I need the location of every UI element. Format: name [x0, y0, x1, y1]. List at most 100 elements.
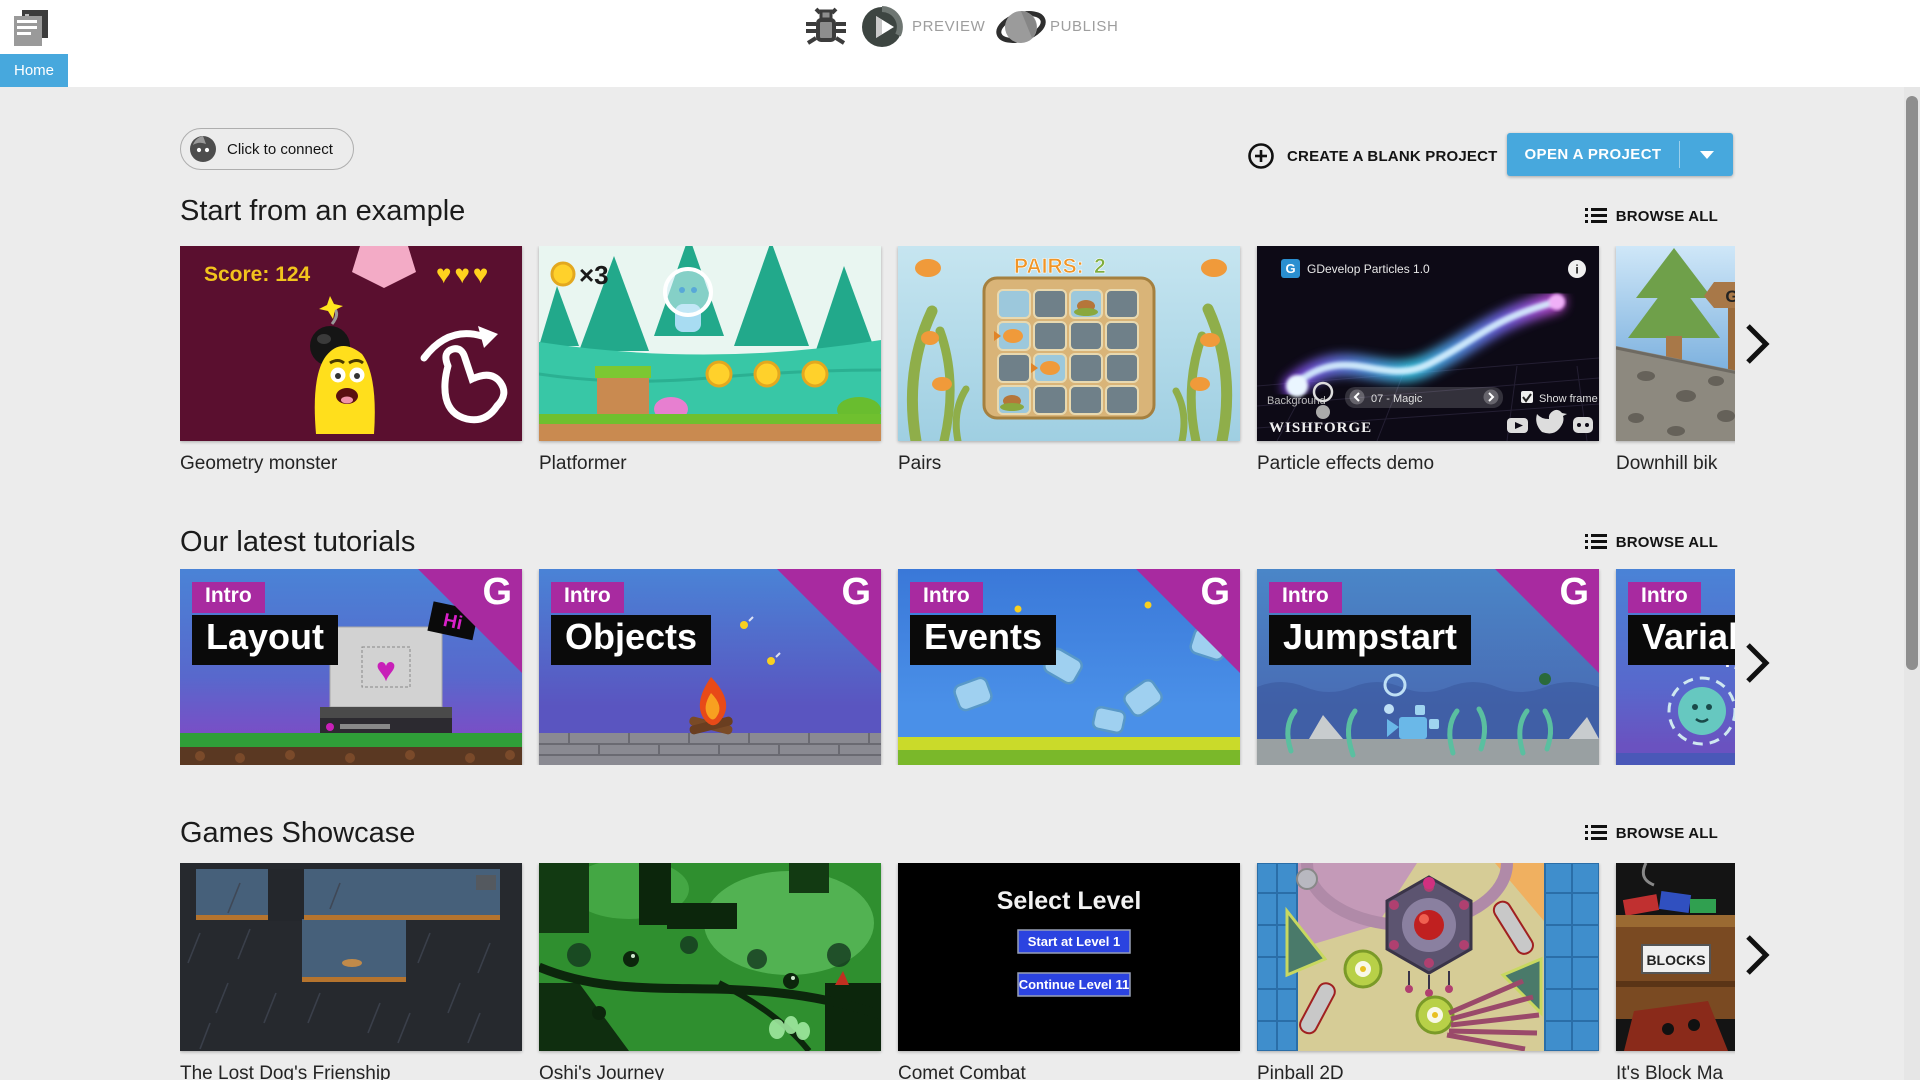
- browse-all-label: BROWSE ALL: [1615, 207, 1718, 225]
- blocks-scene: BLOCKS: [1616, 863, 1735, 1051]
- show-frame-label: Show frame: [1539, 393, 1598, 405]
- intro-badge: Intro: [192, 582, 265, 613]
- start-level-label: Start at Level 1: [1028, 934, 1121, 949]
- project-manager-icon[interactable]: [12, 8, 50, 48]
- intro-badge: Intro: [551, 582, 624, 613]
- tutorial-card-layout[interactable]: ♥ Hi G Intro Layout: [180, 569, 522, 765]
- showcase-card-comet[interactable]: Select Level Start at Level 1 Continue L…: [898, 863, 1240, 1080]
- create-blank-label: CREATE A BLANK PROJECT: [1287, 147, 1498, 165]
- plus-circle-icon: [1248, 143, 1274, 169]
- showcase-card-pinball[interactable]: Pinball 2D: [1257, 863, 1599, 1080]
- pairs-count: 2: [1094, 255, 1106, 278]
- examples-next-arrow[interactable]: [1742, 322, 1772, 366]
- effect-selector[interactable]: 07 - Magic: [1371, 393, 1423, 405]
- showcase-card-lost-dog[interactable]: The Lost Dog's Frienship: [180, 863, 522, 1080]
- open-project-button[interactable]: OPEN A PROJECT: [1507, 133, 1733, 176]
- info-icon[interactable]: i: [1575, 263, 1578, 277]
- create-blank-project-button[interactable]: CREATE A BLANK PROJECT: [1247, 142, 1498, 170]
- list-icon: [1584, 825, 1607, 840]
- open-project-label: OPEN A PROJECT: [1524, 146, 1662, 163]
- tutorial-card-events[interactable]: G Intro Events: [898, 569, 1240, 765]
- intro-badge: Intro: [1269, 582, 1342, 613]
- tab-home[interactable]: Home: [0, 54, 68, 87]
- tutorial-card-jumpstart[interactable]: G Intro Jumpstart: [1257, 569, 1599, 765]
- connect-button[interactable]: Click to connect: [180, 128, 354, 170]
- score-text: Score: 124: [204, 263, 311, 286]
- card-label: Comet Combat: [898, 1063, 1026, 1080]
- pairs-scene: PAIRS: 2: [898, 246, 1240, 441]
- tutorial-card-variables[interactable]: +1 G Intro Variab: [1616, 569, 1735, 765]
- showcase-next-arrow[interactable]: [1742, 933, 1772, 977]
- examples-row: Score: 124 ♥♥♥ Geometry monster ×3 Platf…: [180, 246, 1735, 475]
- browse-all-showcase[interactable]: BROWSE ALL: [1584, 824, 1718, 842]
- lost-dog-scene: [180, 863, 522, 1051]
- card-label: Platformer: [539, 453, 627, 474]
- example-card-geometry-monster[interactable]: Score: 124 ♥♥♥ Geometry monster: [180, 246, 522, 475]
- preview-play-icon[interactable]: [860, 5, 904, 49]
- showcase-card-oshi[interactable]: Oshi's Journey: [539, 863, 881, 1080]
- intro-badge: Intro: [1628, 582, 1701, 613]
- chevron-down-icon: [1699, 150, 1714, 159]
- connect-label: Click to connect: [227, 140, 333, 158]
- example-card-platformer[interactable]: ×3 Platformer: [539, 246, 881, 475]
- scrollbar-thumb[interactable]: [1906, 96, 1918, 670]
- section-title-examples: Start from an example: [180, 195, 466, 227]
- top-toolbar: PREVIEW PUBLISH: [0, 0, 1920, 87]
- intro-badge: Intro: [910, 582, 983, 613]
- publish-planet-icon[interactable]: [996, 4, 1046, 50]
- showcase-row: The Lost Dog's Frienship Oshi's Journey …: [180, 863, 1735, 1080]
- browse-all-examples[interactable]: BROWSE ALL: [1584, 207, 1718, 225]
- showcase-card-blocks[interactable]: BLOCKS It's Block Ma: [1616, 863, 1735, 1080]
- tutorials-row: ♥ Hi G Intro Layout G Intro Objects G In…: [180, 569, 1735, 765]
- publish-label[interactable]: PUBLISH: [1050, 18, 1118, 35]
- comet-scene: Select Level Start at Level 1 Continue L…: [898, 863, 1240, 1051]
- topic-badge: Events: [910, 615, 1057, 665]
- browse-all-label: BROWSE ALL: [1615, 824, 1718, 842]
- select-level-title: Select Level: [997, 887, 1142, 915]
- debug-icon[interactable]: [804, 7, 848, 49]
- pairs-header: PAIRS:: [1014, 255, 1084, 278]
- particles-scene: G GDevelop Particles 1.0 i Background 07…: [1257, 246, 1599, 441]
- topic-badge: Jumpstart: [1269, 615, 1472, 665]
- tutorial-card-objects[interactable]: G Intro Objects: [539, 569, 881, 765]
- card-label: It's Block Ma: [1616, 1063, 1724, 1080]
- pinball-scene: [1257, 863, 1599, 1051]
- platformer-scene: ×3: [539, 246, 881, 441]
- wishforge-brand: WISHFORGE: [1269, 420, 1372, 436]
- continue-level-label: Continue Level 11: [1019, 977, 1130, 992]
- list-icon: [1584, 534, 1607, 549]
- example-card-pairs[interactable]: PAIRS: 2 Pairs: [898, 246, 1240, 475]
- tutorials-next-arrow[interactable]: [1742, 641, 1772, 685]
- section-title-showcase: Games Showcase: [180, 817, 416, 849]
- open-project-dropdown[interactable]: [1680, 150, 1733, 159]
- gdevelop-logo: G: [1200, 571, 1230, 613]
- example-card-particles[interactable]: G GDevelop Particles 1.0 i Background 07…: [1257, 246, 1599, 475]
- hearts-icons: ♥♥♥: [436, 259, 491, 289]
- card-label: Geometry monster: [180, 453, 338, 474]
- gdevelop-logo: G: [841, 571, 871, 613]
- topic-badge: Layout: [192, 615, 339, 665]
- geometry-monster-scene: Score: 124 ♥♥♥: [180, 246, 522, 441]
- gdevelop-logo: G: [482, 571, 512, 613]
- topic-badge: Variab: [1628, 615, 1735, 665]
- card-label: Pinball 2D: [1257, 1063, 1344, 1080]
- card-label: Oshi's Journey: [539, 1063, 665, 1080]
- browse-all-label: BROWSE ALL: [1615, 533, 1718, 551]
- section-title-tutorials: Our latest tutorials: [180, 526, 416, 558]
- topic-badge: Objects: [551, 615, 712, 665]
- example-card-downhill[interactable]: G Downhill bik: [1616, 246, 1735, 475]
- particles-title: GDevelop Particles 1.0: [1307, 262, 1430, 276]
- svg-text:♥: ♥: [376, 651, 396, 689]
- coin-counter: ×3: [579, 260, 609, 290]
- preview-label[interactable]: PREVIEW: [912, 18, 985, 35]
- downhill-scene: G: [1616, 246, 1735, 441]
- profile-face-icon: [190, 136, 216, 162]
- card-label: The Lost Dog's Frienship: [180, 1063, 391, 1080]
- particles-logo: G: [1285, 261, 1295, 276]
- gdevelop-logo: G: [1559, 571, 1589, 613]
- blocks-sign: BLOCKS: [1646, 952, 1705, 968]
- card-label: Downhill bik: [1616, 453, 1718, 474]
- browse-all-tutorials[interactable]: BROWSE ALL: [1584, 533, 1718, 551]
- card-label: Pairs: [898, 453, 942, 474]
- oshi-scene: [539, 863, 881, 1051]
